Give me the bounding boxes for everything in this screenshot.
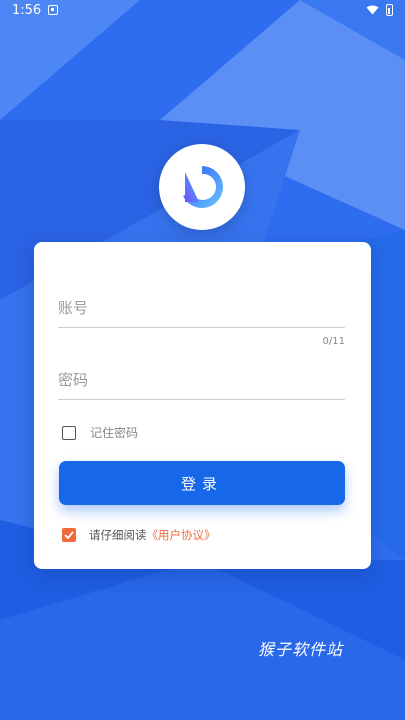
agreement-text: 请仔细阅读 (89, 528, 147, 542)
user-agreement-link[interactable]: 《用户协议》 (147, 527, 216, 543)
login-button[interactable]: 登录 (59, 461, 345, 505)
login-card: 0/11 记住密码 登录 请仔细阅读 《用户协议》 (34, 242, 371, 569)
status-time: 1:56 (12, 3, 42, 18)
app-logo-icon (183, 166, 223, 208)
remember-password-checkbox[interactable] (62, 425, 76, 440)
remember-password-row[interactable]: 记住密码 (62, 424, 138, 441)
notification-icon (48, 5, 58, 15)
account-input[interactable] (58, 288, 345, 328)
battery-icon (386, 4, 393, 16)
account-char-counter: 0/11 (322, 336, 345, 347)
wifi-icon (366, 5, 379, 15)
remember-password-label: 记住密码 (90, 426, 139, 440)
app-logo (159, 144, 245, 230)
agreement-checkbox[interactable] (62, 528, 76, 542)
password-input[interactable] (58, 360, 345, 400)
agreement-row: 请仔细阅读 《用户协议》 (62, 527, 216, 543)
check-icon (64, 531, 74, 539)
watermark-text: 猴子软件站 (258, 640, 344, 659)
status-bar: 1:56 (0, 0, 405, 22)
